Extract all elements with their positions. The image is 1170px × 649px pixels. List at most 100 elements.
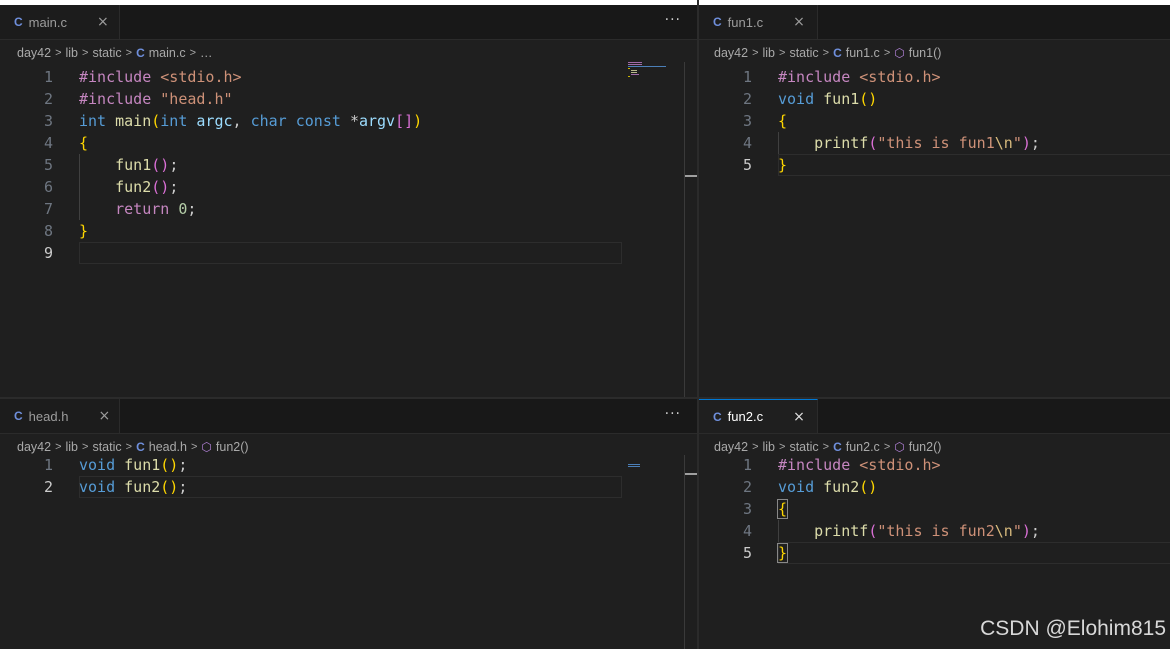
code-line[interactable]: 6 fun2(); [0, 176, 697, 198]
code-line[interactable]: 2 #include "head.h" [0, 88, 697, 110]
code-line[interactable]: 3 int main(int argc, char const *argv[]) [0, 110, 697, 132]
code-token: " [1012, 522, 1022, 540]
tab-bar: C fun2.c × [699, 399, 1170, 434]
minimap[interactable] [628, 62, 670, 82]
chevron-right-icon: > [883, 441, 891, 453]
more-actions-icon[interactable]: ··· [665, 406, 681, 422]
breadcrumb-symbol[interactable]: fun2() [216, 440, 249, 454]
code-line[interactable]: 4 printf("this is fun2\n"); [699, 520, 1170, 542]
close-icon[interactable]: × [97, 14, 109, 30]
code-token: "head.h" [160, 90, 233, 108]
close-icon[interactable]: × [793, 14, 805, 30]
pane-divider-vertical[interactable] [697, 0, 699, 649]
code-line[interactable]: 5} [699, 542, 1170, 564]
code-token: , [232, 112, 251, 130]
code-line[interactable]: 4{ [0, 132, 697, 154]
code-line[interactable]: 1 #include <stdio.h> [699, 454, 1170, 476]
close-icon[interactable]: × [793, 409, 805, 425]
breadcrumb-folder[interactable]: static [92, 440, 121, 454]
breadcrumb-folder[interactable]: day42 [714, 46, 748, 60]
code-line[interactable]: 2 void fun2(); [0, 476, 697, 498]
code-editor[interactable]: 1 void fun1(); 2 void fun2(); [0, 454, 697, 649]
code-token: "this is fun2 [877, 522, 995, 540]
code-token: return [115, 200, 179, 218]
breadcrumb-folder[interactable]: lib [66, 46, 79, 60]
code-token: ; [1030, 134, 1040, 152]
breadcrumb-folder[interactable]: lib [763, 440, 776, 454]
code-line[interactable]: 1 #include <stdio.h> [0, 66, 697, 88]
code-text: fun2(); [79, 176, 178, 198]
chevron-right-icon: > [779, 441, 786, 453]
code-token: () [151, 156, 170, 174]
breadcrumb-folder[interactable]: lib [763, 46, 776, 60]
vertical-scrollbar[interactable] [684, 455, 697, 649]
code-line[interactable]: 7 return 0; [0, 198, 697, 220]
code-editor[interactable]: 1 #include <stdio.h> 2 void fun1() 3{4 print… [699, 66, 1170, 397]
c-file-icon: C [14, 409, 23, 423]
scrollbar-cursor-marker [685, 175, 697, 177]
code-line[interactable]: 1 void fun1(); [0, 454, 697, 476]
code-editor[interactable]: 1 #include <stdio.h> 2 #include "head.h" 3 in… [0, 66, 697, 397]
code-text: void fun1(); [79, 454, 187, 476]
breadcrumb-folder[interactable]: static [789, 440, 818, 454]
code-line[interactable]: 9 [0, 242, 697, 264]
code-token: char const [250, 112, 350, 130]
breadcrumb-ellipsis[interactable]: … [200, 46, 213, 60]
code-line[interactable]: 3{ [699, 110, 1170, 132]
c-file-icon: C [136, 46, 145, 60]
tab-main-c[interactable]: C main.c × [0, 5, 120, 39]
c-file-icon: C [713, 15, 722, 29]
code-token: argc [196, 112, 233, 130]
code-text: void fun2() [778, 476, 877, 498]
breadcrumb-file[interactable]: fun1.c [846, 46, 880, 60]
vertical-scrollbar[interactable] [684, 62, 697, 397]
breadcrumb: day42 > lib > static > C fun1.c > ⬡ fun1… [714, 44, 941, 62]
line-number: 2 [742, 478, 752, 496]
chevron-right-icon: > [822, 441, 830, 453]
code-token: void [778, 478, 824, 496]
line-number: 7 [43, 200, 53, 218]
tab-fun2-c[interactable]: C fun2.c × [699, 399, 818, 433]
code-line[interactable]: 4 printf("this is fun1\n"); [699, 132, 1170, 154]
pane-divider-horizontal[interactable] [0, 397, 1170, 399]
chevron-right-icon: > [752, 47, 759, 59]
minimap[interactable] [628, 455, 648, 467]
code-line[interactable]: 2 void fun2() [699, 476, 1170, 498]
breadcrumb-symbol[interactable]: fun2() [909, 440, 942, 454]
code-line[interactable]: 5} [699, 154, 1170, 176]
line-number: 2 [43, 478, 53, 496]
code-token: int [160, 112, 197, 130]
code-token: } [776, 543, 789, 563]
more-actions-icon[interactable]: ··· [665, 12, 681, 28]
breadcrumb-folder[interactable]: day42 [714, 440, 748, 454]
code-token: ) [1021, 134, 1031, 152]
code-line[interactable]: 2 void fun1() [699, 88, 1170, 110]
code-token: ) [1021, 522, 1031, 540]
breadcrumb-file[interactable]: main.c [149, 46, 186, 60]
code-line[interactable]: 1 #include <stdio.h> [699, 66, 1170, 88]
breadcrumb-folder[interactable]: lib [66, 440, 79, 454]
breadcrumb-file[interactable]: head.h [149, 440, 187, 454]
editor-pane-fun1-c: C fun1.c × day42 > lib > static > C fun1… [699, 5, 1170, 397]
close-icon[interactable]: × [98, 408, 110, 424]
tab-fun1-c[interactable]: C fun1.c × [699, 5, 818, 39]
code-text: #include <stdio.h> [778, 454, 941, 476]
code-line[interactable]: 3{ [699, 498, 1170, 520]
editor-pane-main-c: C main.c × ··· day42 > lib > static > C … [0, 5, 697, 397]
line-number: 5 [742, 156, 752, 174]
breadcrumb-folder[interactable]: day42 [17, 440, 51, 454]
breadcrumb-folder[interactable]: static [92, 46, 121, 60]
breadcrumb-file[interactable]: fun2.c [846, 440, 880, 454]
code-text: { [776, 498, 789, 520]
code-token: \n [994, 134, 1013, 152]
code-line[interactable]: 5 fun1(); [0, 154, 697, 176]
chevron-right-icon: > [190, 441, 198, 453]
tab-head-h[interactable]: C head.h × [0, 399, 120, 433]
breadcrumb-symbol[interactable]: fun1() [909, 46, 942, 60]
code-line[interactable]: 8} [0, 220, 697, 242]
code-text: } [776, 542, 789, 564]
breadcrumb-folder[interactable]: day42 [17, 46, 51, 60]
cube-icon: ⬡ [201, 440, 212, 454]
breadcrumb-folder[interactable]: static [789, 46, 818, 60]
